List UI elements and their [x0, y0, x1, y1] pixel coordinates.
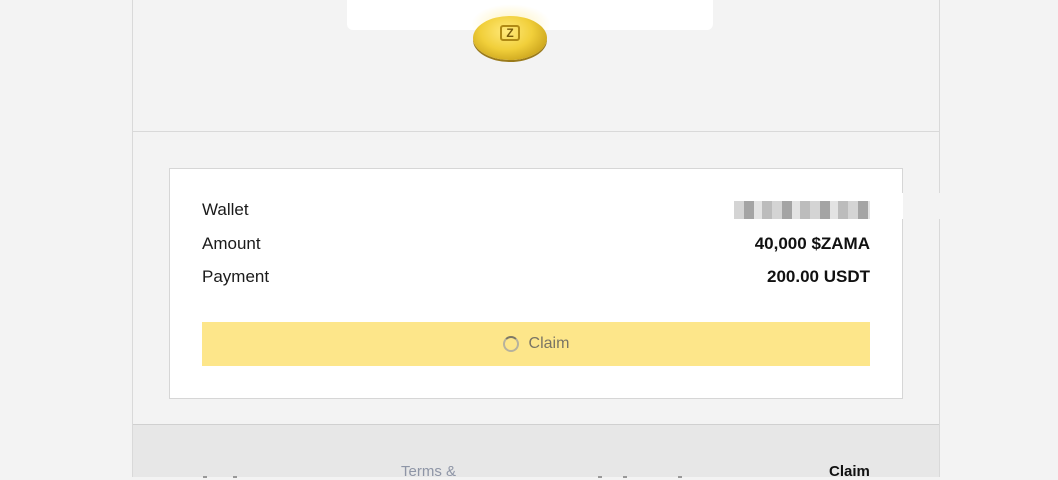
- wallet-row: Wallet: [202, 198, 870, 222]
- footer-dot: [623, 476, 627, 478]
- amount-row: Amount 40,000 $ZAMA: [202, 232, 870, 256]
- wallet-label: Wallet: [202, 200, 249, 219]
- zama-coin-icon: Z: [473, 16, 547, 60]
- payment-label: Payment: [202, 267, 270, 286]
- footer-dot: [233, 476, 237, 478]
- amount-label: Amount: [202, 234, 261, 253]
- footer-dot: [598, 476, 602, 478]
- footer-dot: [678, 476, 682, 478]
- claim-button[interactable]: Claim: [202, 322, 870, 366]
- footer-claim-link[interactable]: Claim: [829, 463, 870, 480]
- loading-spinner-icon: [502, 336, 519, 352]
- amount-value: 40,000 $ZAMA: [754, 234, 870, 253]
- footer-dot: [203, 476, 207, 478]
- payment-value: 200.00 USDT: [767, 267, 870, 286]
- footer: Terms & Claim: [133, 424, 939, 480]
- coin-mark: Z: [500, 25, 520, 41]
- hero-section: Z: [133, 0, 939, 132]
- payment-row: Payment 200.00 USDT: [202, 265, 870, 289]
- side-stub: [897, 193, 941, 219]
- wallet-address-redacted: [734, 201, 870, 219]
- claim-button-label: Claim: [528, 335, 570, 352]
- footer-terms-link[interactable]: Terms &: [401, 463, 456, 480]
